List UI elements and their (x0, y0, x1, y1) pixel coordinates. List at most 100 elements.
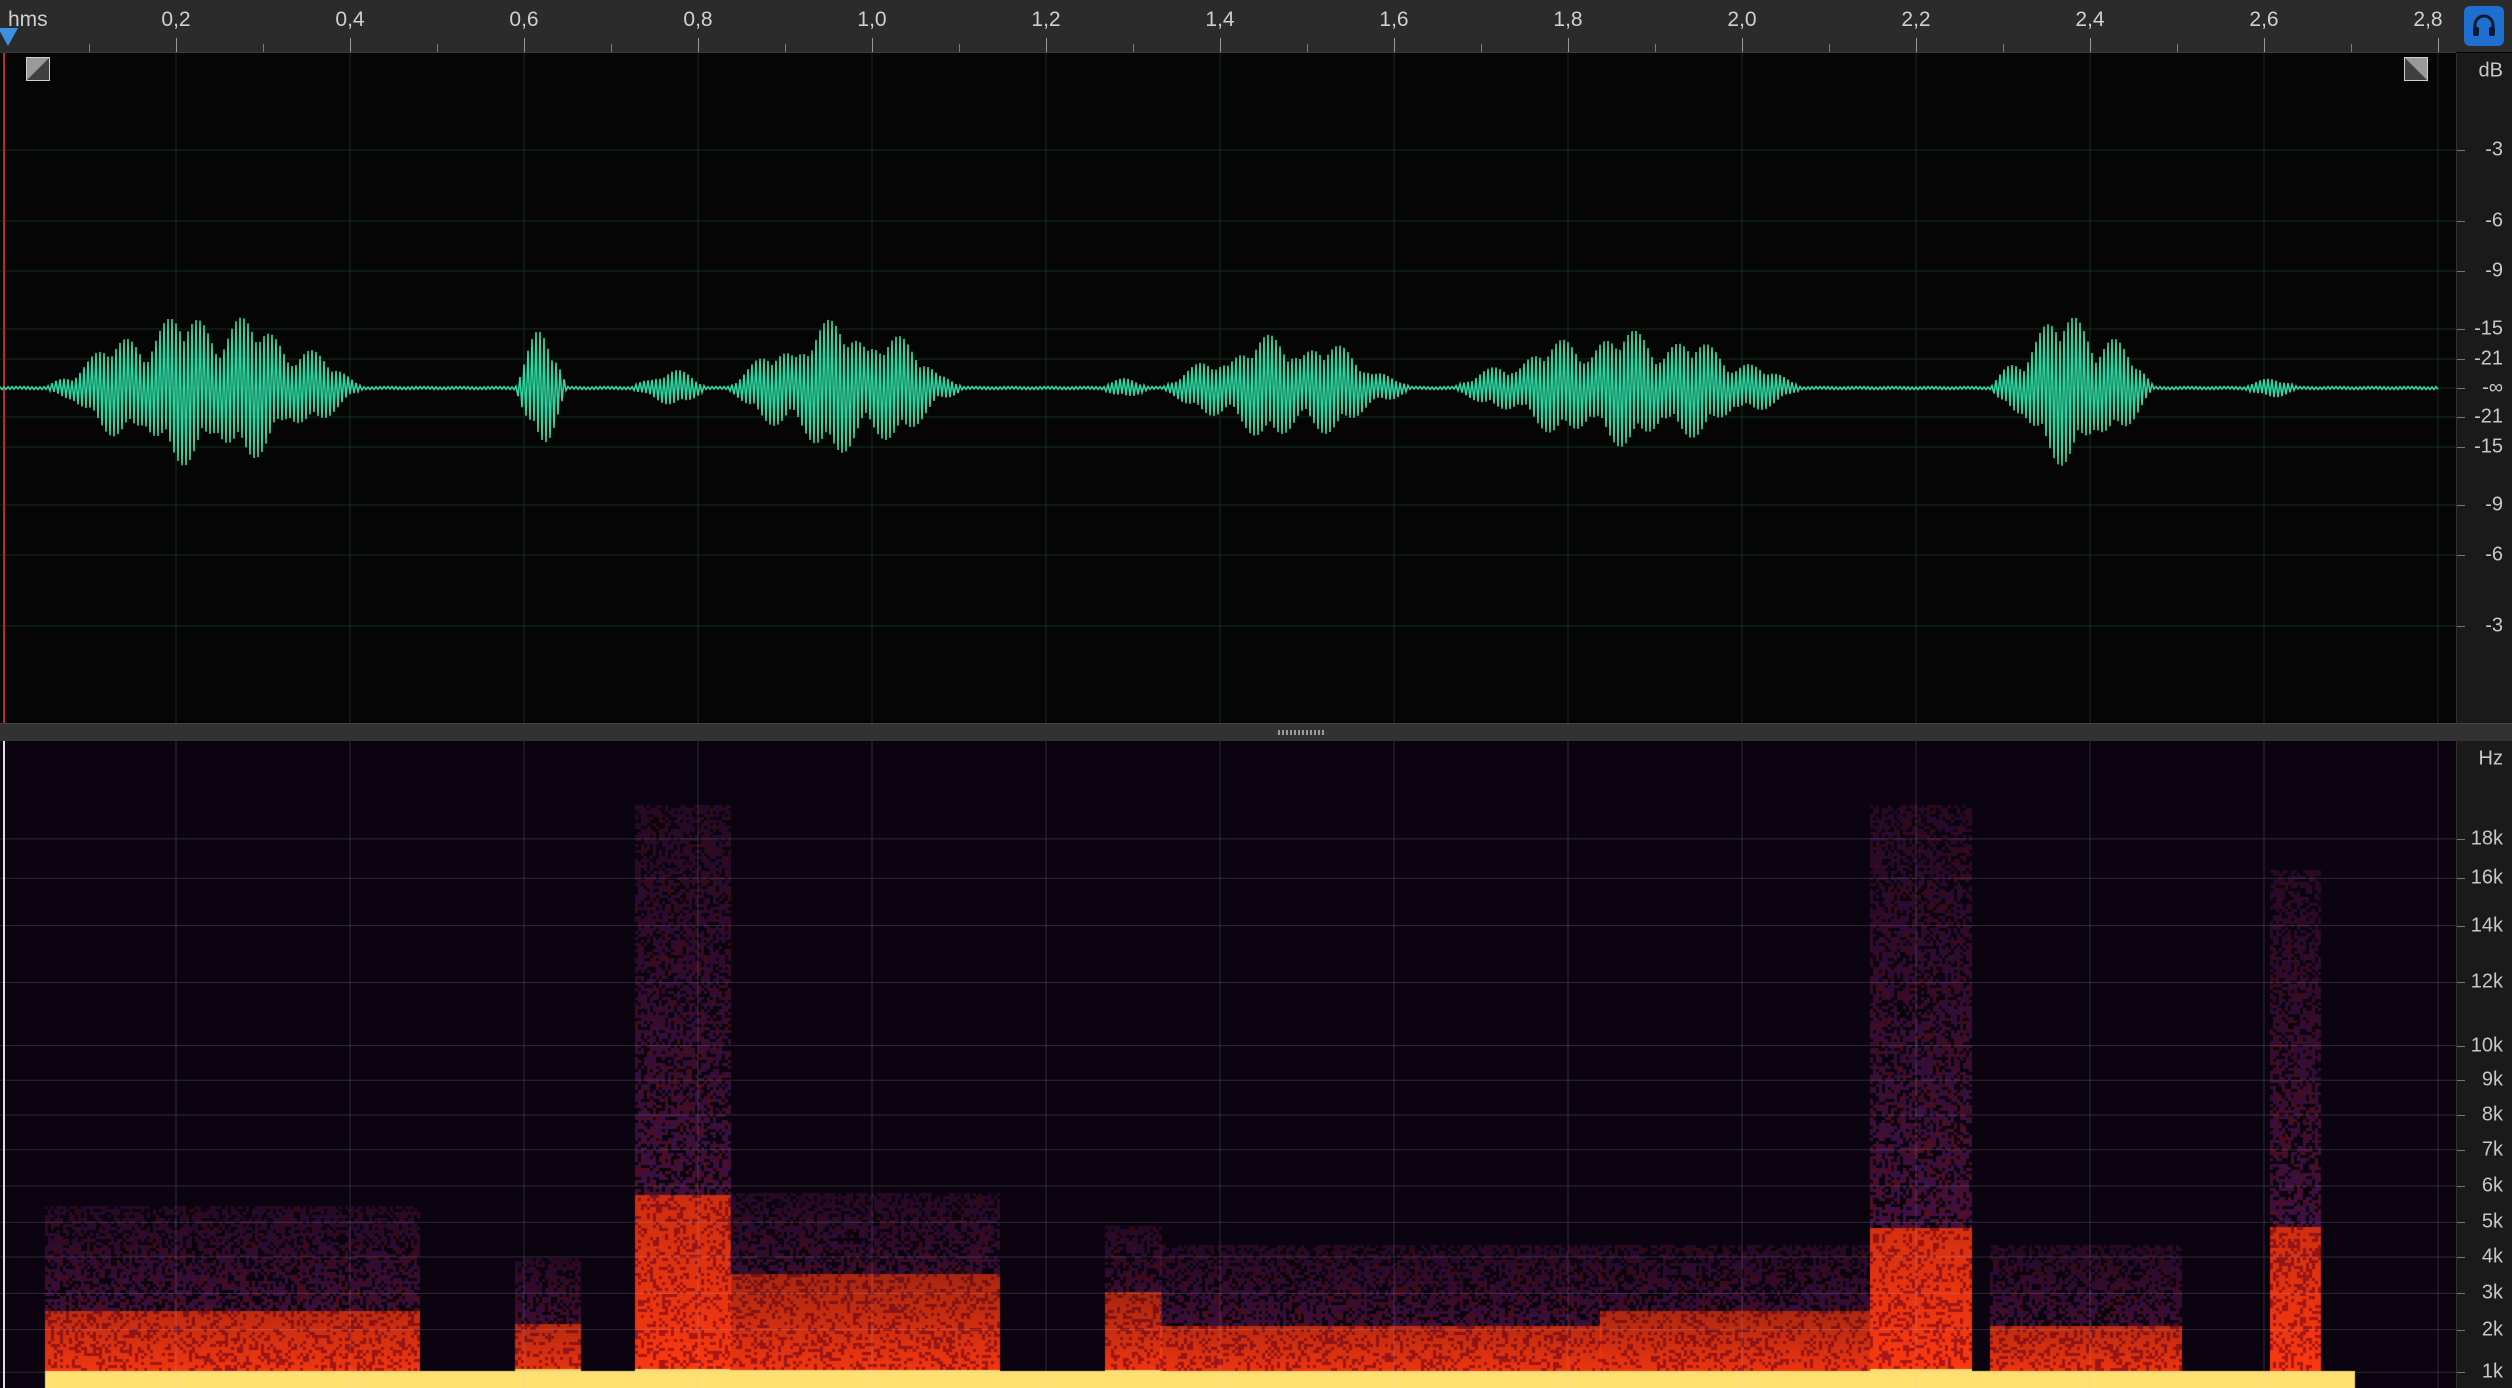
ruler-tick (2003, 44, 2004, 52)
amplitude-label: -6 (2485, 209, 2503, 232)
ruler-tick (611, 44, 612, 52)
amplitude-tick (2457, 150, 2465, 151)
amplitude-tick (2457, 447, 2465, 448)
frequency-label: 9k (2481, 1068, 2503, 1091)
frequency-label: 18k (2470, 827, 2503, 850)
ruler-tick-label: 2,2 (1901, 8, 1931, 31)
ruler-tick-label: 1,4 (1205, 8, 1235, 31)
frequency-tick (2457, 1222, 2465, 1224)
ruler-tick (1307, 44, 1308, 52)
amplitude-tick (2457, 359, 2465, 360)
amplitude-tick (2457, 388, 2465, 389)
ruler-tick (1046, 38, 1047, 52)
frequency-label: 6k (2481, 1174, 2503, 1197)
ruler-tick (698, 38, 699, 52)
frequency-label: 5k (2481, 1210, 2503, 1233)
ruler-tick-label: 1,2 (1031, 8, 1061, 31)
fade-in-handle-icon (27, 58, 49, 80)
frequency-tick (2457, 1149, 2465, 1151)
time-ruler[interactable]: hms 0,2 0,4 0,6 0,8 1,0 1,2 1,4 1,6 1,8 2,0 2,2 2,4… (0, 0, 2456, 53)
frequency-tick (2457, 1186, 2465, 1187)
amplitude-tick (2457, 626, 2465, 627)
ruler-tick (1916, 38, 1917, 52)
playhead-marker[interactable] (0, 28, 18, 46)
ruler-tick-label: 0,4 (335, 8, 365, 31)
ruler-tick (1394, 38, 1395, 52)
frequency-tick (2457, 1372, 2465, 1374)
amplitude-label: -6 (2485, 543, 2503, 566)
fade-out-handle[interactable] (2404, 57, 2428, 81)
ruler-tick (1133, 44, 1134, 52)
frequency-tick (2457, 1045, 2465, 1047)
ruler-tick (959, 44, 960, 52)
ruler-tick (176, 38, 177, 52)
ruler-tick (2090, 38, 2091, 52)
amplitude-unit-label: dB (2478, 59, 2503, 82)
ruler-tick (89, 44, 90, 52)
frequency-label: 16k (2470, 866, 2503, 889)
amplitude-tick (2457, 221, 2465, 222)
frequency-tick (2457, 1080, 2465, 1082)
waveform-trace (0, 317, 2439, 466)
frequency-tick (2457, 1114, 2465, 1116)
frequency-tick (2457, 1257, 2465, 1259)
fade-in-handle[interactable] (26, 57, 50, 81)
ruler-tick (1220, 38, 1221, 52)
frequency-tick (2457, 1293, 2465, 1295)
spectral-frequency-display[interactable] (0, 741, 2456, 1388)
amplitude-label: -15 (2474, 435, 2503, 458)
ruler-tick-label: 0,6 (509, 8, 539, 31)
amplitude-label: -21 (2474, 347, 2503, 370)
frequency-tick (2457, 878, 2465, 880)
frequency-tick (2457, 982, 2465, 984)
frequency-label: 2k (2481, 1318, 2503, 1341)
headphones-icon (2473, 14, 2495, 36)
ruler-tick-label: 2,0 (1727, 8, 1757, 31)
ruler-tick (2351, 44, 2352, 52)
amplitude-tick (2457, 271, 2465, 272)
amplitude-label: -3 (2485, 614, 2503, 637)
frequency-label: 8k (2481, 1103, 2503, 1126)
monitor-button[interactable] (2464, 6, 2504, 46)
amplitude-tick (2457, 505, 2465, 506)
ruler-tick-label: 1,8 (1553, 8, 1583, 31)
ruler-tick (2177, 44, 2178, 52)
frequency-label: 12k (2470, 970, 2503, 993)
frequency-label: 4k (2481, 1245, 2503, 1268)
waveform-display[interactable] (0, 53, 2456, 723)
waveform-graph (0, 53, 2456, 723)
ruler-tick (1655, 44, 1656, 52)
ruler-tick (1742, 38, 1743, 52)
ruler-tick-label: 2,6 (2249, 8, 2279, 31)
ruler-tick (350, 38, 351, 52)
frequency-label: 14k (2470, 914, 2503, 937)
ruler-tick (1481, 44, 1482, 52)
ruler-tick-label: 1,6 (1379, 8, 1409, 31)
amplitude-label: -∞ (2482, 376, 2503, 399)
amplitude-tick (2457, 329, 2465, 330)
frequency-tick (2457, 1329, 2465, 1331)
amplitude-label: -3 (2485, 138, 2503, 161)
ruler-tick-label: 1,0 (857, 8, 887, 31)
ruler-tick (1829, 44, 1830, 52)
amplitude-label: -9 (2485, 259, 2503, 282)
ruler-tick (2264, 38, 2265, 52)
ruler-corner (2456, 0, 2512, 52)
frequency-scale[interactable]: Hz 18k 16k 14k 12k 10k 9k 8k 7k 6k 5k 4k 3k 2k 1k (2456, 741, 2512, 1388)
amplitude-label: -21 (2474, 405, 2503, 428)
ruler-tick (785, 44, 786, 52)
amplitude-tick (2457, 555, 2465, 556)
amplitude-scale[interactable]: dB -3 -6 -9 -15 -21 -∞ -21 -15 -9 -6 -3 (2456, 53, 2512, 723)
divider-grip-handle[interactable] (1278, 730, 1326, 735)
ruler-tick (437, 44, 438, 52)
spectral-grid (0, 741, 2456, 1388)
view-divider[interactable] (0, 723, 2512, 742)
frequency-unit-label: Hz (2478, 747, 2503, 770)
frequency-label: 10k (2470, 1034, 2503, 1057)
frequency-tick (2457, 838, 2465, 840)
ruler-tick-label: 2,8 (2413, 8, 2443, 31)
ruler-tick (1568, 38, 1569, 52)
amplitude-label: -15 (2474, 317, 2503, 340)
amplitude-label: -9 (2485, 493, 2503, 516)
ruler-tick-label: 2,4 (2075, 8, 2105, 31)
